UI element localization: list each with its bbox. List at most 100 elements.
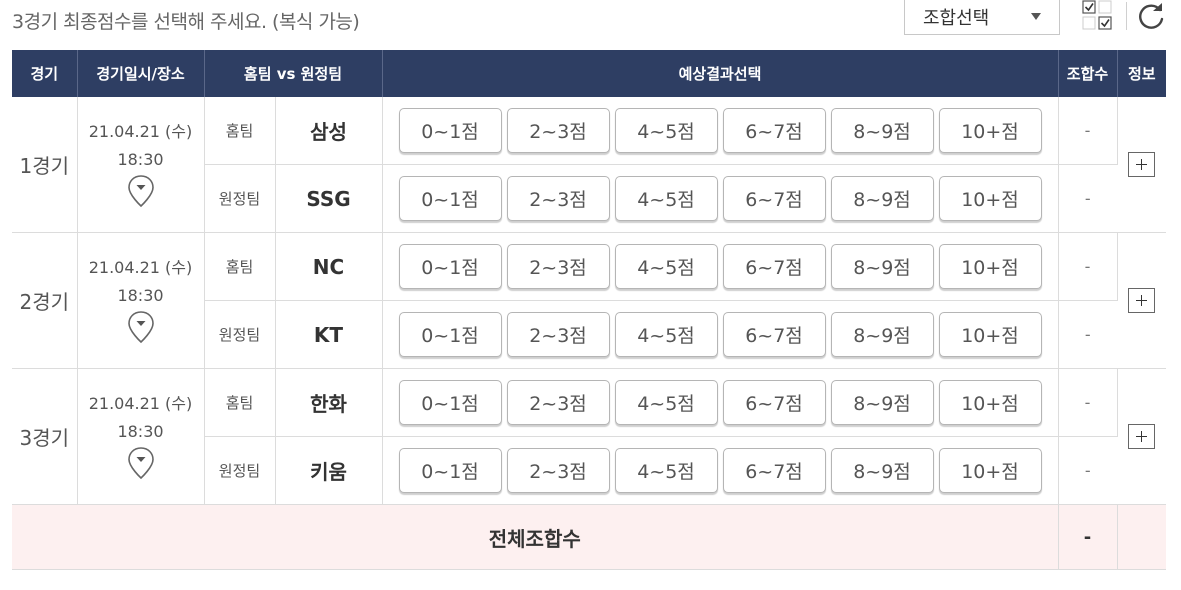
game-time: 18:30 xyxy=(117,286,164,305)
score-option-button[interactable]: 0~1점 xyxy=(398,176,502,221)
score-option-button[interactable]: 6~7점 xyxy=(722,176,826,221)
away-side-label: 원정팀 xyxy=(204,436,276,505)
table-row: 1경기 21.04.21 (수) 18:30 홈팀 삼성 0~1점 2~3점 4… xyxy=(12,97,1166,233)
score-option-button[interactable]: 10+점 xyxy=(938,244,1042,289)
score-options-cell: 0~1점 2~3점 4~5점 6~7점 8~9점 10+점 xyxy=(382,164,1059,233)
score-option-button[interactable]: 0~1점 xyxy=(398,244,502,289)
checkbox-toggle-icon[interactable] xyxy=(1082,0,1114,32)
map-pin-icon[interactable] xyxy=(127,310,155,344)
map-pin-icon[interactable] xyxy=(127,446,155,480)
game-time: 18:30 xyxy=(117,422,164,441)
score-option-button[interactable]: 8~9점 xyxy=(830,108,934,153)
plus-icon[interactable] xyxy=(1128,288,1156,313)
score-option-button[interactable]: 8~9점 xyxy=(830,380,934,425)
table-row: 3경기 21.04.21 (수) 18:30 홈팀 한화 0~1점 2~3점 4… xyxy=(12,368,1166,505)
info-cell xyxy=(1117,232,1166,369)
score-option-button[interactable]: 6~7점 xyxy=(722,312,826,357)
score-option-button[interactable]: 4~5점 xyxy=(614,244,718,289)
score-options-cell: 0~1점 2~3점 4~5점 6~7점 8~9점 10+점 xyxy=(382,436,1059,505)
score-option-button[interactable]: 8~9점 xyxy=(830,176,934,221)
game-label: 1경기 xyxy=(12,97,78,233)
instruction-text: 3경기 최종점수를 선택해 주세요. (복식 가능) xyxy=(12,11,360,33)
total-combo-label: 전체조합수 xyxy=(12,504,1059,570)
home-side-label: 홈팀 xyxy=(204,368,276,437)
combo-select-label: 조합선택 xyxy=(923,8,990,29)
header-game: 경기 xyxy=(12,50,78,97)
score-options-cell: 0~1점 2~3점 4~5점 6~7점 8~9점 10+점 xyxy=(382,368,1059,437)
score-selection-table: 경기 경기일시/장소 홈팀 vs 원정팀 예상결과선택 조합수 정보 1경기 2… xyxy=(12,50,1166,570)
home-side-label: 홈팀 xyxy=(204,97,276,165)
score-option-button[interactable]: 4~5점 xyxy=(614,108,718,153)
game-date: 21.04.21 (수) xyxy=(88,394,193,413)
score-option-button[interactable]: 8~9점 xyxy=(830,448,934,493)
home-team-name: 한화 xyxy=(275,368,383,437)
plus-icon[interactable] xyxy=(1128,152,1156,177)
combo-select-dropdown[interactable]: 조합선택 xyxy=(904,0,1060,35)
info-cell xyxy=(1117,97,1166,233)
game-time: 18:30 xyxy=(117,150,164,169)
away-side-label: 원정팀 xyxy=(204,164,276,233)
score-option-button[interactable]: 4~5점 xyxy=(614,380,718,425)
score-option-button[interactable]: 8~9점 xyxy=(830,244,934,289)
score-option-button[interactable]: 2~3점 xyxy=(506,380,610,425)
score-option-button[interactable]: 6~7점 xyxy=(722,108,826,153)
score-options-cell: 0~1점 2~3점 4~5점 6~7점 8~9점 10+점 xyxy=(382,232,1059,301)
total-combo-value: - xyxy=(1058,504,1118,570)
score-option-button[interactable]: 2~3점 xyxy=(506,176,610,221)
header-info: 정보 xyxy=(1117,50,1166,97)
toolbar-divider xyxy=(1126,2,1127,30)
score-option-button[interactable]: 2~3점 xyxy=(506,108,610,153)
combo-count: - xyxy=(1058,368,1118,437)
header-datetime: 경기일시/장소 xyxy=(77,50,205,97)
score-option-button[interactable]: 10+점 xyxy=(938,448,1042,493)
score-option-button[interactable]: 6~7점 xyxy=(722,244,826,289)
away-team-name: 키움 xyxy=(275,436,383,505)
home-team-name: 삼성 xyxy=(275,97,383,165)
plus-icon[interactable] xyxy=(1128,424,1156,449)
game-label: 2경기 xyxy=(12,232,78,369)
game-datetime-cell: 21.04.21 (수) 18:30 xyxy=(77,232,205,369)
table-row: 2경기 21.04.21 (수) 18:30 홈팀 NC 0~1점 2~3점 4… xyxy=(12,232,1166,369)
caret-down-icon xyxy=(1031,13,1041,20)
total-info-cell xyxy=(1117,504,1166,570)
header-teams: 홈팀 vs 원정팀 xyxy=(204,50,383,97)
table-header-row: 경기 경기일시/장소 홈팀 vs 원정팀 예상결과선택 조합수 정보 xyxy=(12,50,1166,97)
score-option-button[interactable]: 4~5점 xyxy=(614,176,718,221)
score-options-cell: 0~1점 2~3점 4~5점 6~7점 8~9점 10+점 xyxy=(382,97,1059,165)
game-date: 21.04.21 (수) xyxy=(88,258,193,277)
score-option-button[interactable]: 4~5점 xyxy=(614,312,718,357)
home-team-name: NC xyxy=(275,232,383,301)
map-pin-icon[interactable] xyxy=(127,174,155,208)
combo-count: - xyxy=(1058,97,1118,165)
score-option-button[interactable]: 10+점 xyxy=(938,312,1042,357)
header-combo: 조합수 xyxy=(1058,50,1118,97)
score-option-button[interactable]: 0~1점 xyxy=(398,380,502,425)
header-prediction: 예상결과선택 xyxy=(382,50,1059,97)
score-option-button[interactable]: 8~9점 xyxy=(830,312,934,357)
score-option-button[interactable]: 10+점 xyxy=(938,108,1042,153)
score-option-button[interactable]: 6~7점 xyxy=(722,380,826,425)
combo-count: - xyxy=(1058,300,1117,369)
score-option-button[interactable]: 2~3점 xyxy=(506,448,610,493)
score-options-cell: 0~1점 2~3점 4~5점 6~7점 8~9점 10+점 xyxy=(382,300,1059,369)
combo-count: - xyxy=(1058,164,1117,233)
score-option-button[interactable]: 4~5점 xyxy=(614,448,718,493)
game-datetime-cell: 21.04.21 (수) 18:30 xyxy=(77,368,205,505)
refresh-icon[interactable] xyxy=(1136,2,1166,32)
home-side-label: 홈팀 xyxy=(204,232,276,301)
score-option-button[interactable]: 2~3점 xyxy=(506,312,610,357)
game-date: 21.04.21 (수) xyxy=(88,122,193,141)
game-datetime-cell: 21.04.21 (수) 18:30 xyxy=(77,97,205,233)
score-option-button[interactable]: 10+점 xyxy=(938,380,1042,425)
total-row: 전체조합수 - xyxy=(12,504,1166,570)
score-option-button[interactable]: 0~1점 xyxy=(398,312,502,357)
info-cell xyxy=(1117,368,1166,505)
away-team-name: KT xyxy=(275,300,383,369)
score-option-button[interactable]: 6~7점 xyxy=(722,448,826,493)
score-option-button[interactable]: 2~3점 xyxy=(506,244,610,289)
score-option-button[interactable]: 0~1점 xyxy=(398,448,502,493)
score-option-button[interactable]: 0~1점 xyxy=(398,108,502,153)
away-team-name: SSG xyxy=(275,164,383,233)
score-option-button[interactable]: 10+점 xyxy=(938,176,1042,221)
combo-count: - xyxy=(1058,232,1118,301)
